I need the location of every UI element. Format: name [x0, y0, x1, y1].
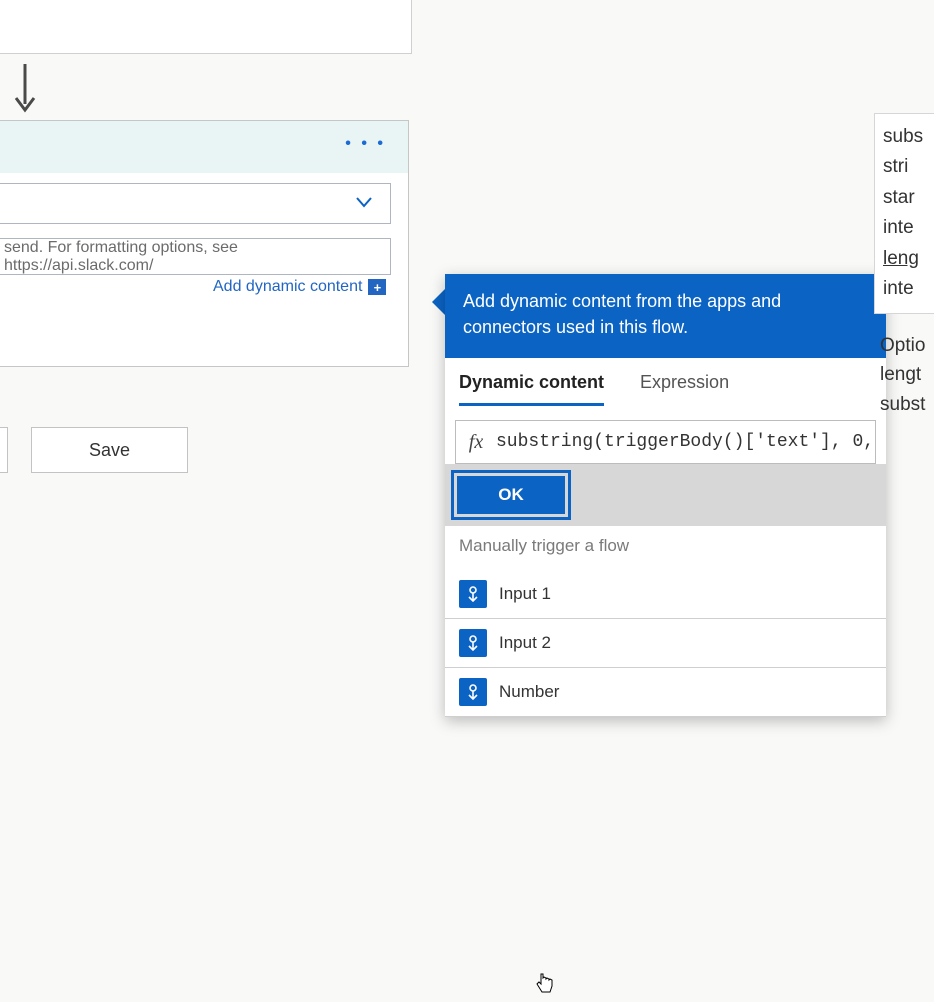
- trigger-icon: [459, 629, 487, 657]
- expression-text: substring(triggerBody()['text'], 0, 5): [496, 432, 875, 452]
- trigger-icon: [459, 580, 487, 608]
- action-card-header: • • •: [0, 121, 408, 173]
- dc-item-number[interactable]: Number: [445, 668, 886, 717]
- add-dc-label: Add dynamic content: [213, 278, 362, 296]
- dc-section-label: Manually trigger a flow: [445, 526, 886, 570]
- trigger-icon: [459, 678, 487, 706]
- expression-input[interactable]: fx substring(triggerBody()['text'], 0, 5…: [455, 420, 876, 464]
- save-label: Save: [89, 440, 130, 461]
- cursor-hand-icon: [534, 972, 554, 1002]
- fx-icon: fx: [456, 431, 496, 454]
- dc-item-input-1[interactable]: Input 1: [445, 570, 886, 619]
- previous-step-card: [0, 0, 412, 54]
- dc-item-label: Input 2: [499, 633, 551, 653]
- save-button[interactable]: Save: [31, 427, 188, 473]
- dc-item-label: Input 1: [499, 584, 551, 604]
- callout-arrow-icon: [432, 288, 446, 316]
- dc-panel-header: Add dynamic content from the apps and co…: [445, 274, 886, 358]
- help-tooltip-fragment-top: subs stri star inte leng inte: [874, 113, 934, 314]
- dc-item-input-2[interactable]: Input 2: [445, 619, 886, 668]
- ok-button[interactable]: OK: [457, 476, 565, 514]
- message-text-input[interactable]: send. For formatting options, see https:…: [0, 238, 391, 275]
- help-tooltip-fragment-bottom: Optio lengt subst: [880, 331, 934, 419]
- ok-strip: OK: [445, 464, 886, 526]
- dc-tabs: Dynamic content Expression: [445, 358, 886, 406]
- action-menu-button[interactable]: • • •: [345, 135, 386, 153]
- add-dc-badge-icon: +: [368, 279, 386, 295]
- prev-button-edge: [0, 427, 8, 473]
- add-dynamic-content-link[interactable]: Add dynamic content +: [213, 278, 386, 296]
- channel-select[interactable]: [0, 183, 391, 224]
- message-placeholder: send. For formatting options, see https:…: [4, 239, 390, 275]
- ok-focus-outline: OK: [451, 470, 571, 520]
- flow-arrow-icon: [13, 62, 37, 119]
- tab-dynamic-content[interactable]: Dynamic content: [459, 372, 604, 406]
- ok-label: OK: [498, 485, 524, 505]
- dynamic-content-panel: Add dynamic content from the apps and co…: [445, 274, 886, 717]
- dc-item-label: Number: [499, 682, 559, 702]
- chevron-down-icon: [354, 192, 374, 217]
- tab-expression[interactable]: Expression: [640, 372, 729, 406]
